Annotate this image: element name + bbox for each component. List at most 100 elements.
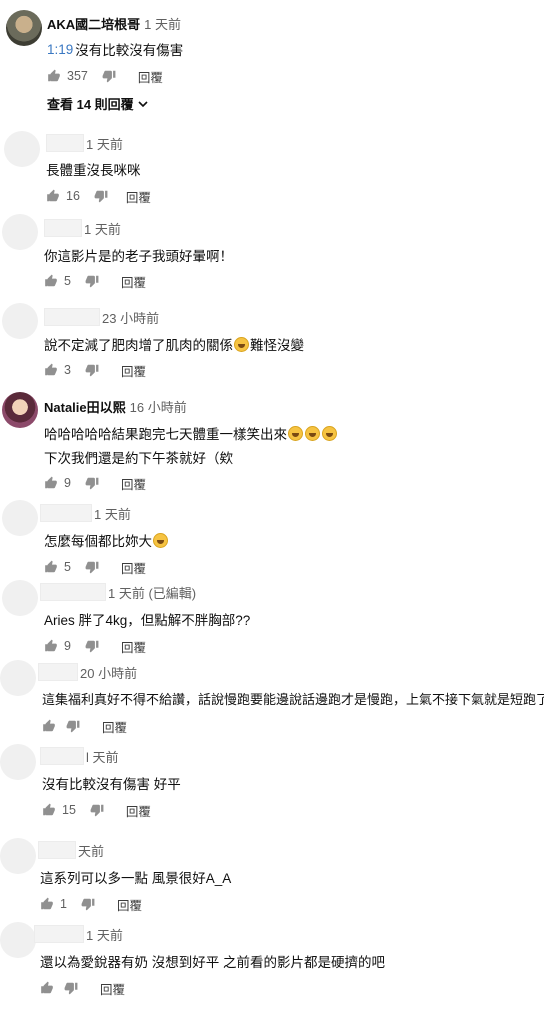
author-name[interactable] <box>40 747 84 765</box>
thumbs-down-icon[interactable] <box>85 639 99 653</box>
thumbs-down-icon[interactable] <box>66 719 80 733</box>
reply-button[interactable]: 回覆 <box>121 558 146 577</box>
reply-button[interactable]: 回覆 <box>138 67 163 86</box>
thumbs-down-icon[interactable] <box>94 189 108 203</box>
thumbs-down-icon[interactable] <box>85 476 99 490</box>
thumbs-down-icon[interactable] <box>64 981 78 995</box>
comment-text-line: Aries 胖了4kg，但點解不胖胸部?? <box>44 613 251 628</box>
reply-button[interactable]: 回覆 <box>126 801 151 820</box>
like-count: 9 <box>64 639 71 653</box>
thumbs-up-icon[interactable] <box>44 476 58 490</box>
author-name[interactable] <box>34 925 84 943</box>
thumbs-up-icon[interactable] <box>44 639 58 653</box>
laughing-emoji-icon <box>322 425 337 441</box>
reply-button[interactable]: 回覆 <box>121 474 146 493</box>
thumbs-down-icon[interactable] <box>85 274 99 288</box>
avatar[interactable] <box>2 392 38 428</box>
reply-button[interactable]: 回覆 <box>102 717 127 736</box>
thumbs-down-icon[interactable] <box>102 69 116 83</box>
thumbs-down-icon[interactable] <box>85 560 99 574</box>
reply-button[interactable]: 回覆 <box>121 361 146 380</box>
avatar[interactable] <box>2 500 38 536</box>
comment-timestamp[interactable]: 1 天前 <box>86 925 123 944</box>
avatar[interactable] <box>2 214 38 250</box>
thumbs-up-icon[interactable] <box>44 363 58 377</box>
reply-button[interactable]: 回覆 <box>126 187 151 206</box>
comment-text-line: 長體重沒長咪咪 <box>46 163 141 178</box>
thumbs-up-icon[interactable] <box>42 719 56 733</box>
comment-header: AKA國二培根哥 1 天前 <box>47 14 181 32</box>
comment-timestamp[interactable]: 1 天前 (已編輯) <box>108 583 196 602</box>
comment-actions: 9 回覆 <box>44 636 146 656</box>
thumbs-up-icon[interactable] <box>46 189 60 203</box>
comment-text-line: 哈哈哈哈哈結果跑完七天體重一樣笑出來 <box>44 427 287 442</box>
avatar[interactable] <box>6 10 42 46</box>
comment-timestamp[interactable]: 1 天前 <box>144 14 181 33</box>
author-name[interactable] <box>44 308 100 326</box>
comment-text: Aries 胖了4kg，但點解不胖胸部?? <box>44 609 250 629</box>
thumbs-down-icon[interactable] <box>81 897 95 911</box>
comment-actions: 回覆 <box>42 716 127 736</box>
author-name[interactable] <box>44 219 82 237</box>
avatar[interactable] <box>0 744 36 780</box>
like-count: 9 <box>64 476 71 490</box>
comment-timestamp[interactable]: 1 天前 <box>86 134 123 153</box>
comment-text-line: 沒有比較沒有傷害 <box>75 43 184 58</box>
comment-text: 這集福利真好不得不給讚，話說慢跑要能邊說話邊跑才是慢跑，上氣不接下氣就是短跑了。 <box>42 689 544 708</box>
comment-timestamp[interactable]: 天前 <box>78 841 104 860</box>
comment-timestamp[interactable]: 20 小時前 <box>80 663 137 682</box>
comment-header: 20 小時前 <box>38 663 137 681</box>
reply-button[interactable]: 回覆 <box>121 272 146 291</box>
avatar[interactable] <box>0 660 36 696</box>
author-name[interactable] <box>38 663 78 681</box>
comment-text-line: 這系列可以多一點 風景很好A_A <box>40 871 232 886</box>
view-replies-button[interactable]: 查看 14 則回覆 <box>47 94 148 113</box>
comment-timestamp[interactable]: 23 小時前 <box>102 308 159 327</box>
thumbs-up-icon[interactable] <box>44 560 58 574</box>
avatar[interactable] <box>2 303 38 339</box>
timestamp-link[interactable]: 1:19 <box>47 42 73 57</box>
comment-text-line: 你這影片是的老子我頭好暈啊！ <box>44 249 233 264</box>
reply-button[interactable]: 回覆 <box>121 637 146 656</box>
comment-text: 沒有比較沒有傷害 好平 <box>42 773 181 793</box>
comment-timestamp[interactable]: 1 天前 <box>94 504 131 523</box>
comment-header: Natalie田以熙 16 小時前 <box>44 397 187 415</box>
author-name[interactable] <box>40 583 106 601</box>
comment-timestamp[interactable]: l 天前 <box>86 747 119 766</box>
author-name[interactable] <box>38 841 76 859</box>
thumbs-down-icon[interactable] <box>85 363 99 377</box>
comment-text-line: 難怪沒變 <box>250 338 304 353</box>
author-name[interactable]: AKA國二培根哥 <box>47 14 140 33</box>
like-count: 3 <box>64 363 71 377</box>
like-count: 15 <box>62 803 76 817</box>
author-name[interactable]: Natalie田以熙 <box>44 397 126 416</box>
comment-timestamp[interactable]: 16 小時前 <box>130 397 187 416</box>
thumbs-up-icon[interactable] <box>47 69 61 83</box>
comment-timestamp[interactable]: 1 天前 <box>84 219 121 238</box>
comment-header: 1 天前 <box>44 219 121 237</box>
like-count: 16 <box>66 189 80 203</box>
author-name[interactable] <box>46 134 84 152</box>
thumbs-up-icon[interactable] <box>40 981 54 995</box>
reply-button[interactable]: 回覆 <box>100 979 125 998</box>
comment-text: 怎麼每個都比妳大 <box>44 530 169 550</box>
comment-text-line: 還以為愛銳器有奶 沒想到好平 之前看的影片都是硬擠的吧 <box>40 955 386 970</box>
avatar[interactable] <box>4 131 40 167</box>
view-replies-label: 查看 14 則回覆 <box>47 97 134 112</box>
avatar[interactable] <box>0 838 36 874</box>
comment-text-line: 說不定減了肥肉增了肌肉的關係 <box>44 338 233 353</box>
thumbs-up-icon[interactable] <box>42 803 56 817</box>
comment-actions: 5 回覆 <box>44 557 146 577</box>
avatar[interactable] <box>2 580 38 616</box>
comment-header: 1 天前 <box>34 925 123 943</box>
avatar[interactable] <box>0 922 36 958</box>
reply-button[interactable]: 回覆 <box>117 895 142 914</box>
like-count: 1 <box>60 897 67 911</box>
comment-text-line: 怎麼每個都比妳大 <box>44 534 152 549</box>
thumbs-up-icon[interactable] <box>44 274 58 288</box>
comment-actions: 9 回覆 <box>44 473 146 493</box>
author-name[interactable] <box>40 504 92 522</box>
thumbs-up-icon[interactable] <box>40 897 54 911</box>
thumbs-down-icon[interactable] <box>90 803 104 817</box>
like-count: 5 <box>64 560 71 574</box>
